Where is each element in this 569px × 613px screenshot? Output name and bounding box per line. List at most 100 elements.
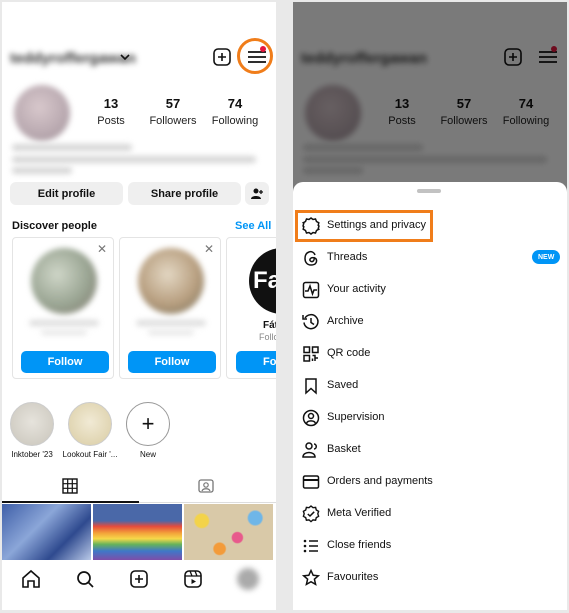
suggestion-avatar[interactable] xyxy=(31,248,97,314)
reels-icon[interactable] xyxy=(182,568,204,590)
suggestion-name xyxy=(29,320,99,326)
dismiss-icon[interactable]: ✕ xyxy=(204,242,214,256)
followers-count: 57 xyxy=(165,96,181,111)
edit-profile-button[interactable]: Edit profile xyxy=(10,182,123,205)
suggestion-avatar[interactable] xyxy=(138,248,204,314)
followers-stat[interactable]: 57 Followers xyxy=(138,96,208,127)
activity-icon xyxy=(302,281,320,299)
qr-code-icon xyxy=(303,346,319,362)
follow-button[interactable]: Fo xyxy=(236,351,276,373)
profile-screen: teddyroffergawan 13 Posts 57 Followers 7… xyxy=(2,2,276,610)
discover-people-heading: Discover people xyxy=(12,220,97,232)
highlight-item[interactable]: Lookout Fair '... xyxy=(60,402,120,459)
highlight-label: New xyxy=(139,450,156,459)
see-all-link[interactable]: See All xyxy=(235,220,271,232)
posts-count: 13 xyxy=(103,96,119,111)
profile-avatar-icon[interactable] xyxy=(237,568,259,590)
following-stat[interactable]: 74 Following xyxy=(200,96,270,127)
basket-icon xyxy=(302,442,317,458)
suggestion-subtitle xyxy=(148,330,194,335)
menu-sheet: Settings and privacy Threads NEW Your ac… xyxy=(293,182,567,610)
dismiss-icon[interactable]: ✕ xyxy=(97,242,107,256)
menu-item-favourites[interactable]: Favourites xyxy=(293,562,567,594)
supervision-icon xyxy=(302,409,320,427)
bookmark-icon xyxy=(305,378,317,395)
new-badge: NEW xyxy=(532,250,561,264)
suggestion-avatar[interactable]: Fa xyxy=(249,248,276,314)
menu-item-label: Supervision xyxy=(327,411,385,423)
menu-item-label: Close friends xyxy=(327,539,392,551)
menu-item-basket[interactable]: Basket xyxy=(293,434,567,466)
bio-line xyxy=(12,156,256,163)
post-thumbnail[interactable] xyxy=(184,504,273,560)
suggestion-name xyxy=(136,320,206,326)
chevron-down-icon[interactable] xyxy=(118,50,132,64)
menu-item-label: Saved xyxy=(327,379,359,391)
suggestion-name: Fát xyxy=(263,320,276,331)
settings-highlight-box xyxy=(295,210,433,242)
menu-item-label: Favourites xyxy=(327,571,379,583)
plus-icon: + xyxy=(126,402,170,446)
menu-item-label: Orders and payments xyxy=(327,475,433,487)
suggestion-subtitle: Follo xyxy=(259,332,276,342)
home-icon[interactable] xyxy=(20,568,42,590)
menu-item-qr-code[interactable]: QR code xyxy=(293,338,567,370)
suggestion-subtitle xyxy=(41,330,87,335)
menu-item-meta-verified[interactable]: Meta Verified xyxy=(293,498,567,530)
menu-item-close-friends[interactable]: Close friends xyxy=(293,530,567,562)
menu-item-threads[interactable]: Threads NEW xyxy=(293,242,567,274)
avatar[interactable] xyxy=(14,85,70,141)
grid-icon[interactable] xyxy=(62,478,78,494)
posts-label: Posts xyxy=(97,115,125,127)
username[interactable]: teddyroffergawan xyxy=(10,50,136,67)
menu-item-label: Archive xyxy=(327,315,364,327)
post-thumbnail[interactable] xyxy=(93,504,182,560)
follow-button[interactable]: Follow xyxy=(128,351,216,373)
suggestion-card: ✕ Follow xyxy=(119,237,221,379)
profile-menu-screen: teddyroffergawan 13 Posts 57 Followers 7… xyxy=(293,2,567,610)
menu-item-archive[interactable]: Archive xyxy=(293,306,567,338)
menu-highlight-ring xyxy=(237,38,273,74)
create-icon[interactable] xyxy=(128,568,150,590)
menu-item-your-activity[interactable]: Your activity xyxy=(293,274,567,306)
verified-icon xyxy=(302,505,320,523)
menu-item-label: Threads xyxy=(327,251,368,263)
follow-button[interactable]: Follow xyxy=(21,351,109,373)
profile-header: teddyroffergawan xyxy=(2,40,276,76)
menu-item-saved[interactable]: Saved xyxy=(293,370,567,402)
highlight-cover xyxy=(10,402,54,446)
active-tab-indicator xyxy=(2,501,139,503)
following-count: 74 xyxy=(227,96,243,111)
following-label: Following xyxy=(211,115,259,127)
star-icon xyxy=(301,568,321,586)
add-person-icon xyxy=(251,188,263,199)
drag-handle[interactable] xyxy=(417,189,441,193)
suggestion-card: Fa Fát Follo Fo xyxy=(226,237,276,379)
highlight-label: Lookout Fair '... xyxy=(62,450,118,459)
bio-line xyxy=(12,144,132,151)
archive-icon xyxy=(302,313,319,330)
highlight-label: Inktober '23 xyxy=(11,450,53,459)
new-post-icon[interactable] xyxy=(212,47,232,67)
new-highlight-button[interactable]: + New xyxy=(118,402,178,459)
search-icon[interactable] xyxy=(74,568,96,590)
posts-stat[interactable]: 13 Posts xyxy=(76,96,146,127)
menu-item-supervision[interactable]: Supervision xyxy=(293,402,567,434)
post-thumbnail[interactable] xyxy=(2,504,91,560)
menu-item-label: Your activity xyxy=(327,283,386,295)
suggestion-card: ✕ Follow xyxy=(12,237,114,379)
menu-item-orders[interactable]: Orders and payments xyxy=(293,466,567,498)
card-icon xyxy=(302,475,320,489)
menu-item-label: Meta Verified xyxy=(327,507,392,519)
followers-label: Followers xyxy=(149,115,197,127)
threads-icon xyxy=(304,250,318,266)
bio-line xyxy=(12,167,72,174)
share-profile-button[interactable]: Share profile xyxy=(128,182,241,205)
menu-item-label: QR code xyxy=(327,347,371,359)
bottom-nav xyxy=(2,565,276,595)
menu-item-label: Basket xyxy=(327,443,361,455)
highlight-cover xyxy=(68,402,112,446)
add-person-button[interactable] xyxy=(245,182,269,205)
tagged-icon[interactable] xyxy=(198,478,214,494)
highlight-item[interactable]: Inktober '23 xyxy=(2,402,62,459)
